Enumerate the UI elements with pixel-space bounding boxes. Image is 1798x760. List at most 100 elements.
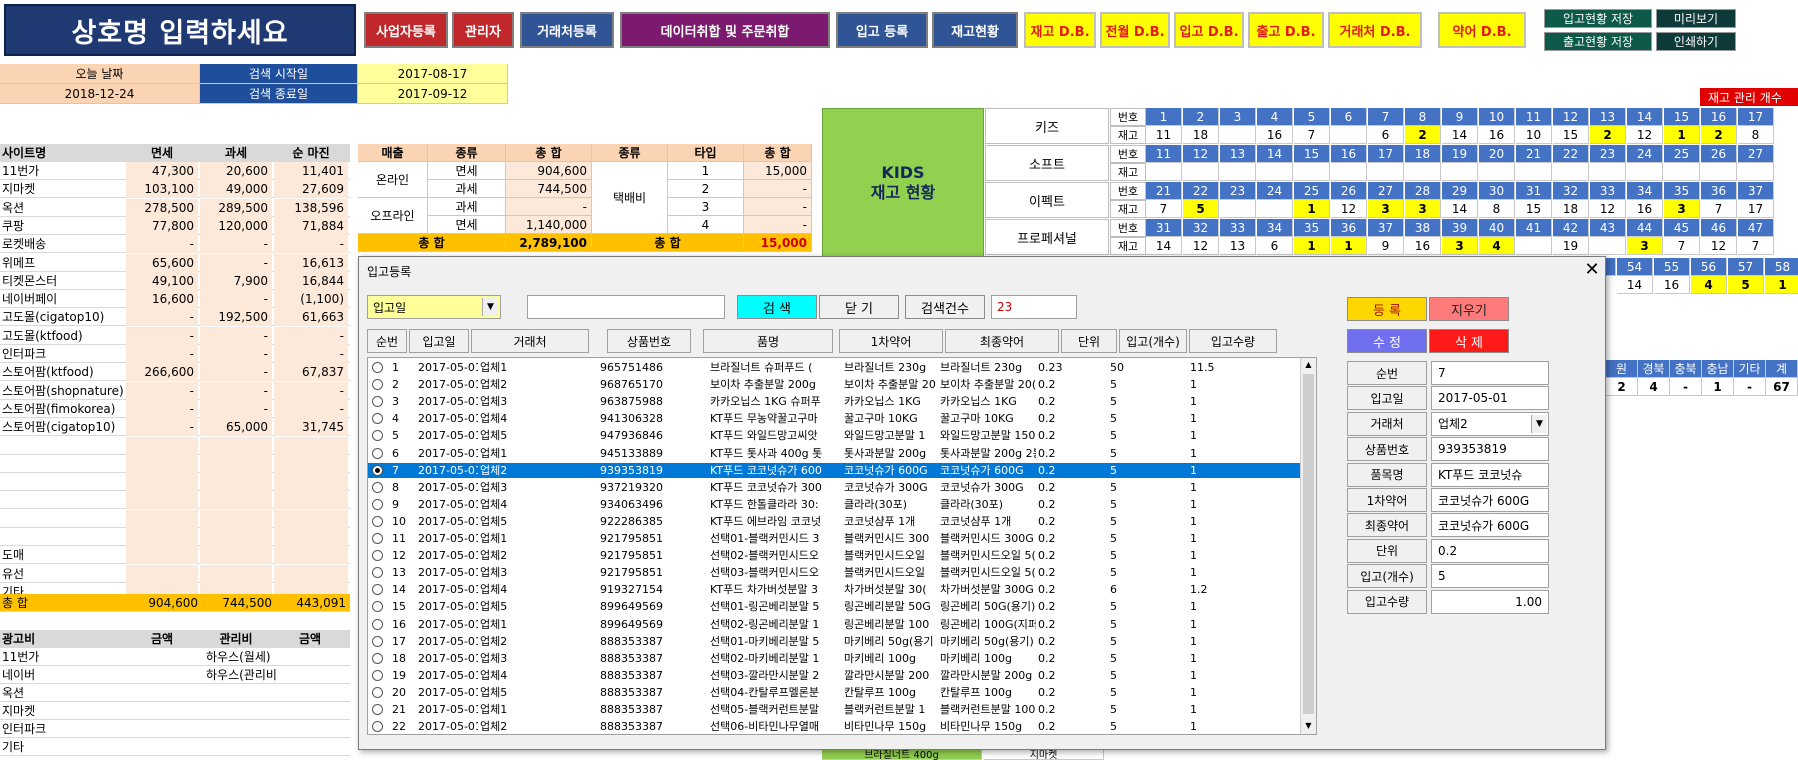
search-type-select[interactable]: 입고일 ▼ (367, 295, 501, 319)
detail-field[interactable]: 2017-05-01 (1431, 386, 1549, 411)
abbreviation-db-button[interactable]: 약어 D.B. (1438, 12, 1526, 48)
stock-in-register-button[interactable]: 입고 등록 (836, 12, 928, 48)
search-input[interactable] (527, 295, 725, 319)
table-row[interactable]: 1 2017-05-01 업체1 965751486 브라질너트 슈퍼푸드 (브라질너트… (368, 360, 1300, 375)
detail-field[interactable]: 7 (1431, 361, 1549, 385)
search-button[interactable]: 검 색 (737, 295, 817, 319)
vendor-db-button[interactable]: 거래처 D.B. (1328, 12, 1422, 48)
table-row[interactable]: 20 2017-05-01 업체5 888353387 선택04-칸탈루프멜론분 칸탈루프… (368, 685, 1300, 700)
table-row[interactable]: 17 2017-05-01 업체2 888353387 선택01-마키베리분말 5 마키베… (368, 634, 1300, 649)
row-radio[interactable] (372, 584, 383, 596)
register-button[interactable]: 등 록 (1347, 297, 1427, 321)
print-button[interactable]: 인쇄하기 (1656, 32, 1736, 51)
table-row[interactable]: 13 2017-05-01 업체3 921795851 선택03-블랙커민시드오 블랙커민… (368, 565, 1300, 580)
row-radio[interactable] (372, 396, 383, 408)
vendor-register-button[interactable]: 거래처등록 (520, 12, 614, 48)
table-row[interactable]: 4 2017-05-01 업체4 941306328 KT푸드 무농약꿀고구마 꿀고구마 … (368, 411, 1300, 426)
preview-button[interactable]: 미리보기 (1656, 9, 1736, 28)
admin-button[interactable]: 관리자 (452, 12, 514, 48)
row-radio[interactable] (372, 379, 383, 391)
row-radio[interactable] (372, 704, 383, 715)
row-radio[interactable] (372, 515, 383, 527)
stock-out-db-button[interactable]: 출고 D.B. (1248, 12, 1324, 48)
col-vendor[interactable]: 거래처 (471, 329, 589, 353)
inventory-db-button[interactable]: 재고 D.B. (1024, 12, 1096, 48)
col-product-name[interactable]: 품명 (703, 329, 833, 353)
detail-field[interactable]: 939353819 (1431, 437, 1549, 462)
col-unit[interactable]: 단위 (1061, 329, 1117, 353)
table-row[interactable]: 5 2017-05-01 업체5 947936846 KT푸드 와일드망고씨앗 와일드망고… (368, 428, 1300, 443)
row-radio[interactable] (372, 533, 383, 544)
clear-button[interactable]: 지우기 (1429, 297, 1509, 321)
table-row[interactable]: 3 2017-05-01 업체3 963875988 카카오닙스 1KG 슈퍼푸 카카오닙… (368, 394, 1300, 409)
table-row[interactable]: 19 2017-05-01 업체4 888353387 선택03-깔라만시분말 2 깔라만… (368, 668, 1300, 683)
table-row[interactable]: 2 2017-05-01 업체2 968765170 보이차 추출분말 200g 보이차 … (368, 377, 1300, 392)
save-stock-out-button[interactable]: 출고현황 저장 (1544, 32, 1652, 51)
stock-in-list[interactable]: 1 2017-05-01 업체1 965751486 브라질너트 슈퍼푸드 (브라질너트… (367, 357, 1317, 735)
search-count-button[interactable]: 검색건수 (905, 295, 985, 319)
table-row[interactable]: 12 2017-05-01 업체2 921795851 선택02-블랙커민시드오 블랙커민… (368, 548, 1300, 563)
chevron-down-icon[interactable]: ▼ (1531, 414, 1547, 433)
table-row[interactable]: 7 2017-05-01 업체2 939353819 KT푸드 코코넛슈가 600 코코넛… (368, 462, 1300, 478)
scroll-thumb[interactable] (1303, 374, 1314, 714)
detail-field[interactable]: 5 (1431, 564, 1549, 589)
row-radio[interactable] (372, 669, 383, 681)
close-button[interactable]: 닫 기 (819, 295, 899, 319)
table-row[interactable]: 6 2017-05-01 업체1 945133889 KT푸드 톳사과 400g 톳 톳사… (368, 446, 1300, 461)
search-start-value[interactable]: 2017-08-17 (358, 64, 508, 84)
table-row[interactable]: 9 2017-05-01 업체4 934063496 KT푸드 한톨클라라 30: 클라라… (368, 497, 1300, 512)
col-abbr-final[interactable]: 최종약어 (945, 329, 1059, 353)
detail-field[interactable]: 1.00 (1431, 589, 1549, 614)
detail-field[interactable]: 업체2 ▼ (1431, 411, 1549, 436)
row-radio[interactable] (372, 447, 383, 459)
detail-field[interactable]: 코코넛슈가 600G (1431, 488, 1549, 512)
scroll-down-icon[interactable]: ▼ (1303, 721, 1314, 732)
table-row[interactable]: 22 2017-05-01 업체2 888353387 선택06-비타민나무열매 비타민나… (368, 719, 1300, 734)
edit-button[interactable]: 수 정 (1347, 329, 1427, 353)
table-row[interactable]: 16 2017-05-01 업체1 899649569 선택02-링곤베리분말 1 링곤베… (368, 617, 1300, 632)
row-radio[interactable] (372, 618, 383, 630)
save-stock-in-button[interactable]: 입고현황 저장 (1544, 9, 1652, 28)
chevron-down-icon[interactable]: ▼ (482, 298, 498, 316)
business-register-button[interactable]: 사업자등록 (364, 12, 448, 48)
last-month-db-button[interactable]: 전월 D.B. (1100, 12, 1170, 48)
row-radio[interactable] (372, 413, 383, 425)
row-radio[interactable] (372, 635, 383, 647)
col-qty-amount[interactable]: 입고수량 (1189, 329, 1277, 353)
detail-field[interactable]: KT푸드 코코넛슈 (1431, 462, 1549, 487)
col-seq[interactable]: 순번 (367, 329, 407, 353)
row-radio[interactable] (372, 362, 383, 373)
col-qty-count[interactable]: 입고(개수) (1119, 329, 1187, 353)
search-end-value[interactable]: 2017-09-12 (358, 84, 508, 104)
row-radio[interactable] (372, 430, 383, 442)
row-radio[interactable] (372, 686, 383, 698)
row-radio[interactable] (372, 721, 383, 733)
col-product-no[interactable]: 상품번호 (607, 329, 691, 353)
row-radio[interactable] (372, 652, 383, 664)
detail-field[interactable]: 0.2 (1431, 538, 1549, 563)
company-title[interactable]: 상호명 입력하세요 (4, 4, 356, 56)
stock-in-db-button[interactable]: 입고 D.B. (1174, 12, 1244, 48)
table-row[interactable]: 11 2017-05-01 업체1 921795851 선택01-블랙커민시드 3 블랙커… (368, 531, 1300, 546)
table-row[interactable]: 8 2017-05-01 업체3 937219320 KT푸드 코코넛슈가 300 코코넛… (368, 480, 1300, 495)
scroll-up-icon[interactable]: ▲ (1303, 360, 1314, 371)
delete-button[interactable]: 삭 제 (1429, 329, 1509, 353)
inventory-status-button[interactable]: 재고현황 (932, 12, 1018, 48)
table-row[interactable]: 18 2017-05-01 업체3 888353387 선택02-마키베리분말 1 마키베… (368, 651, 1300, 666)
list-scrollbar[interactable]: ▲ ▼ (1300, 358, 1316, 734)
row-radio[interactable] (372, 567, 383, 579)
close-icon[interactable]: ✕ (1581, 258, 1603, 280)
row-radio[interactable] (372, 601, 383, 613)
col-date[interactable]: 입고일 (409, 329, 469, 353)
data-aggregation-button[interactable]: 데이터취합 및 주문취합 (620, 12, 830, 48)
table-row[interactable]: 10 2017-05-01 업체5 922286385 KT푸드 에브라임 코코넛 코코넛… (368, 514, 1300, 529)
row-radio[interactable] (372, 464, 383, 476)
row-radio[interactable] (372, 481, 383, 493)
table-row[interactable]: 21 2017-05-01 업체1 888353387 선택05-블랙커런트분말 블랙커런… (368, 702, 1300, 717)
col-abbr1[interactable]: 1차약어 (839, 329, 943, 353)
table-row[interactable]: 14 2017-05-01 업체4 919327154 KT푸드 차가버섯분말 3 차가버… (368, 582, 1300, 597)
row-radio[interactable] (372, 550, 383, 562)
table-row[interactable]: 15 2017-05-01 업체5 899649569 선택01-링곤베리분말 5 링곤베… (368, 599, 1300, 614)
detail-field[interactable]: 코코넛슈가 600G (1431, 513, 1549, 538)
row-radio[interactable] (372, 498, 383, 510)
